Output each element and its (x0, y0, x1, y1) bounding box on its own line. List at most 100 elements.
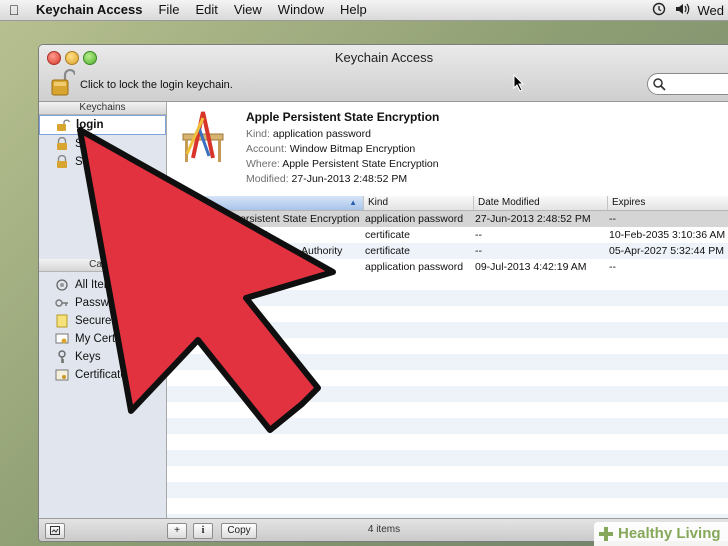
title-bar[interactable]: Keychain Access Click to lock the login … (39, 45, 728, 102)
cell-expires: 05-Apr-2027 5:32:44 PM (609, 245, 724, 257)
cell-date-modified: 27-Jun-2013 2:48:52 PM (475, 213, 591, 225)
info-row-where: Where: Apple Persistent State Encryption (246, 158, 439, 170)
sort-ascending-icon: ▲ (349, 198, 357, 207)
info-key: Modified: (246, 173, 289, 185)
table-row[interactable]: Authority certificate -- 05-Apr-2027 5:3… (167, 243, 728, 259)
health-cross-icon (599, 527, 613, 541)
menu-view[interactable]: View (226, 0, 270, 20)
table-row[interactable]: Persistent State Encryption application … (167, 211, 728, 227)
watermark-logo: Healthy Living (594, 522, 728, 546)
sidebar-item-system-roots[interactable]: S (39, 153, 166, 171)
apple-menu-icon[interactable]:  (0, 2, 28, 18)
menu-file[interactable]: File (150, 0, 187, 20)
table-header: Name ▲ Kind Date Modified Expires (167, 196, 728, 211)
search-input[interactable] (668, 76, 728, 91)
item-name: Apple Persistent State Encryption (246, 110, 440, 124)
cell-kind: certificate (365, 229, 410, 241)
item-info-panel: Apple Persistent State Encryption Kind: … (167, 102, 728, 197)
info-row-kind: Kind: application password (246, 128, 371, 140)
info-key: Where: (246, 158, 280, 170)
cell-name: Authority (301, 245, 343, 257)
cell-kind: application password (365, 213, 464, 225)
cell-expires: -- (609, 213, 616, 225)
watermark-text: Healthy Living (618, 525, 721, 542)
column-header-kind[interactable]: Kind (363, 196, 472, 210)
search-icon (653, 78, 666, 91)
table-body: Persistent State Encryption application … (167, 211, 728, 275)
sidebar-item-passwords[interactable]: Passwo (39, 294, 166, 312)
sidebar: Keychains login S S Categ All Items Pass… (39, 102, 167, 518)
info-row-account: Account: Window Bitmap Encryption (246, 143, 415, 155)
menu-window[interactable]: Window (270, 0, 332, 20)
info-value: Window Bitmap Encryption (289, 143, 416, 155)
menu-clock[interactable]: Wed (694, 3, 728, 18)
certificate-icon (55, 369, 69, 381)
sidebar-item-keys[interactable]: Keys (39, 348, 166, 366)
sidebar-item-certificates[interactable]: Certificate (39, 366, 166, 384)
cell-expires: -- (609, 261, 616, 273)
sidebar-item-secure-notes[interactable]: Secure N (39, 312, 166, 330)
cell-name: Persistent State Encryption (233, 213, 360, 225)
sidebar-item-label: Keys (75, 351, 101, 363)
lock-open-icon (57, 119, 70, 131)
column-header-name[interactable]: Name ▲ (167, 196, 363, 210)
cell-name (229, 259, 363, 275)
menu-app-name[interactable]: Keychain Access (28, 0, 150, 20)
key-ring-icon (56, 279, 68, 291)
menu-bar:  Keychain Access File Edit View Window … (0, 0, 728, 21)
cell-kind: certificate (365, 245, 410, 257)
menu-edit[interactable]: Edit (187, 0, 225, 20)
sidebar-item-label: My Certi (75, 333, 118, 345)
keychains-header: Keychains (39, 102, 166, 115)
volume-icon[interactable] (670, 2, 694, 19)
sidebar-item-label: All Items (75, 279, 120, 291)
application-password-icon (182, 111, 224, 162)
time-machine-icon[interactable] (648, 2, 670, 19)
search-field[interactable] (647, 73, 728, 95)
categories-header: Categ (39, 259, 166, 272)
lock-icon (57, 137, 67, 150)
items-table: Name ▲ Kind Date Modified Expires Persis… (167, 196, 728, 518)
lock-icon (57, 155, 67, 168)
context-menu: New Add (119, 182, 151, 224)
column-header-date-modified[interactable]: Date Modified (473, 196, 608, 210)
info-key: Account: (246, 143, 287, 155)
main-panel: Apple Persistent State Encryption Kind: … (167, 102, 728, 518)
sidebar-item-login[interactable]: login (39, 115, 166, 135)
lock-hint-text: Click to lock the login keychain. (80, 79, 233, 91)
info-value: Apple Persistent State Encryption (282, 158, 439, 170)
secure-note-icon (56, 314, 68, 328)
info-key: Kind: (246, 128, 270, 140)
categories-section: Categ All Items Passwo Secure N My Certi… (39, 259, 166, 384)
my-certificate-icon (55, 333, 69, 344)
lock-open-icon[interactable] (51, 69, 75, 97)
table-row[interactable]: CA certificate -- 10-Feb-2035 3:10:36 AM (167, 227, 728, 243)
sidebar-item-my-certificates[interactable]: My Certi (39, 330, 166, 348)
sidebar-item-system[interactable]: S (39, 135, 166, 153)
table-row[interactable]: application password 09-Jul-2013 4:42:19… (167, 259, 728, 275)
info-value: application password (272, 128, 371, 140)
sidebar-item-all-items[interactable]: All Items (39, 276, 166, 294)
info-value: 27-Jun-2013 2:48:52 PM (291, 173, 408, 185)
key-icon (58, 350, 66, 363)
sidebar-item-label: S (75, 156, 83, 168)
keychains-section: Keychains login S S (39, 102, 166, 252)
info-row-modified: Modified: 27-Jun-2013 2:48:52 PM (246, 173, 407, 185)
cell-date-modified: 09-Jul-2013 4:42:19 AM (475, 261, 587, 273)
cell-date-modified: -- (475, 245, 482, 257)
sidebar-item-label: login (76, 119, 104, 131)
context-menu-new[interactable]: New (121, 184, 151, 200)
menu-help[interactable]: Help (332, 0, 375, 20)
sidebar-item-label: Passwo (75, 297, 116, 309)
column-header-expires[interactable]: Expires (607, 196, 728, 210)
sidebar-item-label: Certificate (75, 369, 127, 381)
keychain-window: Keychain Access Click to lock the login … (38, 44, 728, 542)
cell-date-modified: -- (475, 229, 482, 241)
mouse-cursor-icon (513, 74, 525, 92)
window-title: Keychain Access (334, 50, 434, 65)
cell-kind: application password (365, 261, 464, 273)
cell-expires: 10-Feb-2035 3:10:36 AM (609, 229, 726, 241)
password-icon (55, 299, 68, 307)
context-menu-add[interactable]: Add (121, 200, 151, 216)
sidebar-item-label: Secure N (75, 315, 123, 327)
